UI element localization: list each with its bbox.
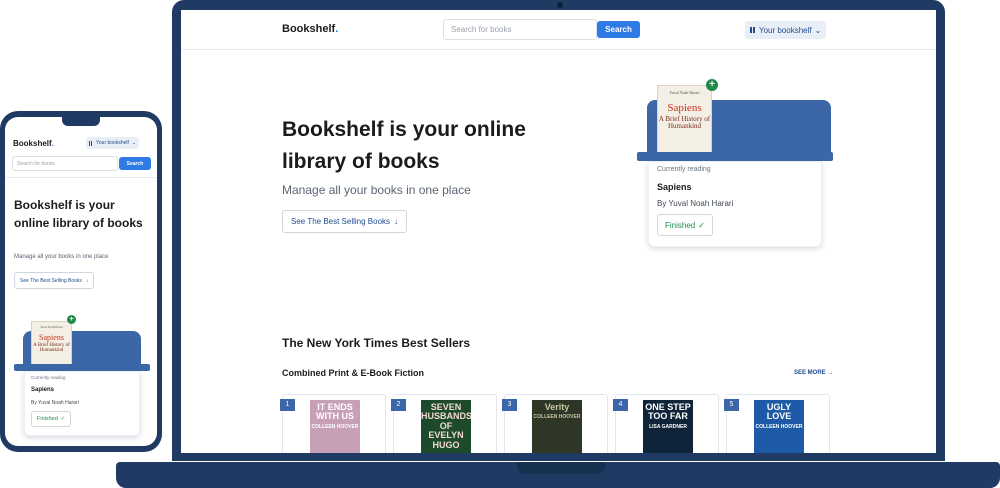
check-icon: ✓	[60, 416, 66, 422]
hero-subtitle: Manage all your books in one place	[14, 254, 109, 260]
cover-author: Yuval Noah Harari	[40, 325, 63, 329]
cover-author: COLLEEN HOOVER	[533, 414, 581, 421]
best-seller-card[interactable]: 4 ONE STEP TOO FAR LISA GARDNER	[613, 394, 719, 453]
phone-screen: Bookshelf. Your bookshelf ⌄ Search Books…	[5, 117, 157, 446]
best-sellers-heading: The New York Times Best Sellers	[282, 336, 471, 350]
finished-button[interactable]: Finished ✓	[31, 411, 72, 427]
best-sellers-list: 1 IT ENDS WITH US COLLEEN HOOVER 2 SEVEN HUS…	[280, 394, 832, 453]
best-seller-card[interactable]: 2 SEVEN HUSBANDS OF EVELYN HUGO	[391, 394, 497, 453]
currently-reading-card: Currently reading Sapiens By Yuval Noah …	[648, 161, 822, 247]
brand-name: Bookshelf	[13, 139, 52, 148]
search-button[interactable]: Search	[597, 21, 640, 38]
rank-badge: 1	[280, 399, 295, 411]
best-selling-books-label: See The Best Selling Books	[20, 277, 82, 284]
hero-subtitle: Manage all your books in one place	[282, 183, 471, 197]
chevron-down-icon: ⌄	[131, 140, 137, 146]
sapiens-book-cover: Yuval Noah Harari Sapiens A Brief Histor…	[657, 85, 712, 153]
site-header: Bookshelf. Search Your bookshelf ⌄	[181, 10, 936, 50]
arrow-down-icon: ↓	[394, 217, 399, 226]
finished-label: Finished	[665, 220, 696, 230]
rank-badge: 2	[391, 399, 406, 411]
finished-label: Finished	[37, 416, 58, 422]
cover-title: Sapiens	[39, 333, 64, 342]
rank-badge: 5	[724, 399, 739, 411]
cover-title: UGLY LOVE	[766, 402, 792, 422]
best-seller-card[interactable]: 3 Verity COLLEEN HOOVER	[502, 394, 608, 453]
cover-title: Sapiens	[667, 102, 702, 114]
best-selling-books-button[interactable]: See The Best Selling Books ↓	[282, 210, 408, 233]
plus-icon[interactable]: +	[706, 79, 718, 91]
plus-icon[interactable]: +	[67, 315, 76, 324]
search-input[interactable]	[443, 19, 597, 40]
book-cover[interactable]: SEVEN HUSBANDS OF EVELYN HUGO	[421, 400, 471, 453]
best-seller-card[interactable]: 5 UGLY LOVE COLLEEN HOOVER	[724, 394, 830, 453]
book-cover[interactable]: IT ENDS WITH US COLLEEN HOOVER	[310, 400, 360, 453]
reading-book-author: By Yuval Noah Harari	[31, 400, 79, 406]
book-cover[interactable]: Verity COLLEEN HOOVER	[532, 400, 582, 453]
search-button[interactable]: Search	[119, 157, 151, 170]
cover-description: A Brief History of Humankind	[33, 343, 70, 354]
laptop-screen: Bookshelf. Search Your bookshelf ⌄ Books…	[181, 10, 936, 453]
rank-badge: 4	[613, 399, 628, 411]
best-selling-books-label: See The Best Selling Books	[291, 217, 391, 226]
best-selling-books-button[interactable]: See The Best Selling Books ↓	[14, 272, 95, 289]
brand-name: Bookshelf	[282, 23, 336, 35]
hero-title: Bookshelf is your online library of book…	[14, 198, 143, 230]
brand-dot: .	[51, 139, 54, 148]
rank-badge: 3	[502, 399, 517, 411]
chevron-down-icon: ⌄	[814, 25, 822, 35]
best-seller-card[interactable]: 1 IT ENDS WITH US COLLEEN HOOVER	[280, 394, 386, 453]
cover-title: SEVEN HUSBANDS OF EVELYN HUGO	[421, 402, 471, 450]
cover-title: Verity	[544, 402, 570, 412]
currently-reading-label: Currently reading	[31, 375, 66, 380]
your-bookshelf-label: Your bookshelf	[96, 140, 129, 146]
laptop-camera	[557, 2, 563, 8]
cover-description: A Brief History of Humankind	[658, 115, 711, 131]
shelf-lip	[14, 364, 150, 371]
books-icon	[89, 140, 93, 146]
currently-reading-label: Currently reading	[657, 166, 711, 173]
arrow-down-icon: ↓	[85, 277, 89, 284]
reading-book-title: Sapiens	[31, 387, 55, 393]
phone-notch	[62, 117, 100, 126]
sapiens-book-cover: Yuval Noah Harari Sapiens A Brief Histor…	[31, 321, 72, 370]
search-input[interactable]	[12, 156, 118, 171]
see-more-link[interactable]: SEE MORE →	[794, 370, 833, 376]
book-cover[interactable]: ONE STEP TOO FAR LISA GARDNER	[643, 400, 693, 453]
hero-title: Bookshelf is your online library of book…	[282, 118, 526, 173]
brand-logo[interactable]: Bookshelf.	[13, 139, 54, 148]
cover-title: ONE STEP TOO FAR	[645, 402, 691, 422]
header-divider	[5, 177, 157, 178]
your-bookshelf-button[interactable]: Your bookshelf ⌄	[745, 21, 827, 39]
cover-author: COLLEEN HOOVER	[311, 423, 359, 430]
cover-author: LISA GARDNER	[649, 423, 687, 430]
check-icon: ✓	[698, 220, 705, 230]
laptop-trackpad-notch	[517, 462, 605, 474]
brand-logo[interactable]: Bookshelf.	[282, 23, 338, 35]
finished-button[interactable]: Finished ✓	[657, 214, 713, 236]
brand-dot: .	[335, 23, 339, 35]
cover-title: IT ENDS WITH US	[316, 402, 354, 422]
cover-author: COLLEEN HOOVER	[755, 423, 803, 430]
cover-author: Yuval Noah Harari	[669, 90, 700, 95]
books-icon	[750, 27, 756, 33]
list-name: Combined Print & E-Book Fiction	[282, 368, 424, 378]
search-bar: Search	[443, 19, 641, 40]
your-bookshelf-label: Your bookshelf	[759, 25, 812, 35]
reading-book-author: By Yuval Noah Harari	[657, 199, 734, 208]
shelf-lip	[637, 152, 833, 161]
your-bookshelf-button[interactable]: Your bookshelf ⌄	[86, 137, 140, 149]
currently-reading-card: Currently reading Sapiens By Yuval Noah …	[24, 371, 140, 436]
book-cover[interactable]: UGLY LOVE COLLEEN HOOVER	[754, 400, 804, 453]
search-bar: Search	[12, 156, 152, 171]
reading-book-title: Sapiens	[657, 182, 692, 192]
